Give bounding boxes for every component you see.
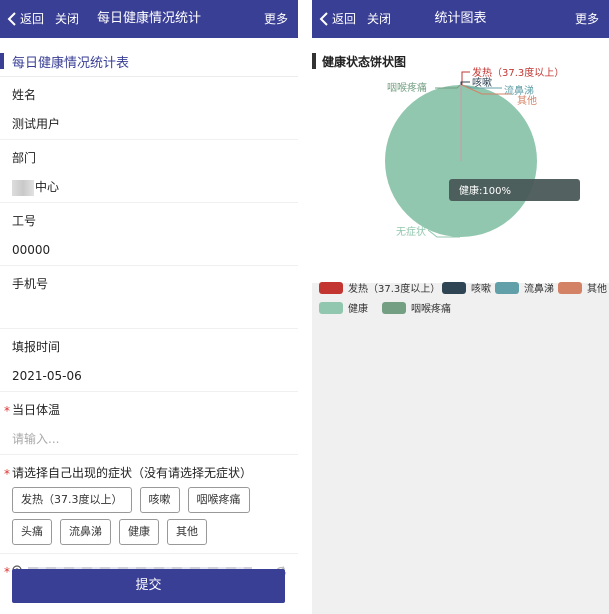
chevron-left-icon	[319, 12, 328, 26]
symptoms-field: * 请选择自己出现的症状（没有请选择无症状） 发热（37.3度以上） 咳嗽 咽喉…	[0, 459, 298, 554]
legend-item-runny-nose[interactable]: 流鼻涕	[495, 280, 554, 295]
name-value: 测试用户	[12, 117, 61, 131]
symptom-option-other[interactable]: 其他	[167, 519, 207, 545]
symptom-option-healthy[interactable]: 健康	[119, 519, 159, 545]
empno-value: 00000	[12, 243, 51, 257]
section-title: 每日健康情况统计表	[12, 55, 130, 71]
callout-line-fever	[461, 71, 470, 85]
symptom-option-runny-nose[interactable]: 流鼻涕	[60, 519, 111, 545]
symptom-option-sore-throat[interactable]: 咽喉疼痛	[187, 487, 250, 513]
top-bar: 返回 关闭 统计图表 更多	[312, 0, 609, 38]
temperature-field: * 当日体温 请输入...	[0, 396, 298, 455]
submit-button[interactable]: 提交	[12, 569, 285, 603]
legend-swatch	[558, 281, 582, 294]
page-title: 统计图表	[434, 11, 487, 26]
required-mark: *	[4, 404, 10, 418]
close-button[interactable]: 关闭	[55, 0, 79, 38]
close-button[interactable]: 关闭	[367, 0, 391, 38]
back-button[interactable]: 返回	[7, 0, 44, 38]
callout-label-none: 无症状	[396, 225, 426, 238]
legend-swatch	[319, 301, 343, 314]
chart-card: 健康状态饼状图 发热（37.3度以上） 咳嗽 流鼻涕 其他 咽喉疼痛 无症状 健…	[312, 38, 609, 315]
back-button[interactable]: 返回	[319, 0, 356, 38]
legend-label: 咽喉疼痛	[411, 304, 451, 315]
symptoms-label: 请选择自己出现的症状（没有请选择无症状）	[12, 466, 253, 480]
back-label: 返回	[20, 12, 45, 26]
legend-item-healthy[interactable]: 健康	[319, 300, 368, 315]
callout-label-cough: 咳嗽	[472, 76, 492, 89]
symptom-option-cough[interactable]: 咳嗽	[139, 487, 180, 513]
more-button[interactable]: 更多	[264, 0, 288, 38]
form-section-header: 每日健康情况统计表	[0, 46, 298, 77]
name-label: 姓名	[12, 88, 37, 102]
top-bar: 返回 关闭 每日健康情况统计 更多	[0, 0, 298, 38]
legend-label: 健康	[348, 304, 368, 315]
tooltip-text: 健康:100%	[459, 184, 511, 197]
redacted-block	[12, 179, 34, 196]
legend-label: 流鼻涕	[524, 284, 554, 295]
empno-field: 工号 00000	[0, 207, 298, 266]
empno-label: 工号	[12, 214, 37, 228]
time-field: 填报时间 2021-05-06	[0, 333, 298, 392]
phone-label: 手机号	[12, 277, 49, 291]
chevron-left-icon	[7, 12, 16, 26]
page-title: 每日健康情况统计	[96, 11, 201, 26]
pie-chart: 发热（37.3度以上） 咳嗽 流鼻涕 其他 咽喉疼痛 无症状 健康:100%	[385, 66, 580, 238]
symptom-option-headache[interactable]: 头痛	[12, 519, 52, 545]
section-accent-bar	[0, 53, 4, 69]
legend-label: 发热（37.3度以上）	[348, 284, 441, 295]
legend-swatch	[382, 301, 406, 314]
chart-panel: 返回 关闭 统计图表 更多 健康状态饼状图 发热（37.3度以上） 咳嗽 流鼻涕…	[312, 0, 609, 614]
back-label: 返回	[332, 12, 357, 26]
legend-item-cough[interactable]: 咳嗽	[442, 280, 491, 295]
dept-value: 中心	[12, 172, 298, 202]
more-button[interactable]: 更多	[575, 0, 599, 38]
legend-item-sore-throat[interactable]: 咽喉疼痛	[382, 300, 451, 315]
time-value: 2021-05-06	[12, 369, 82, 383]
name-field: 姓名 测试用户	[0, 81, 298, 140]
panel-divider	[298, 0, 312, 614]
legend-label: 其他	[587, 284, 607, 295]
legend-item-other[interactable]: 其他	[558, 280, 607, 295]
time-label: 填报时间	[12, 340, 61, 354]
form-panel: 返回 关闭 每日健康情况统计 更多 每日健康情况统计表 姓名 测试用户 部门 中…	[0, 0, 299, 614]
phone-field[interactable]: 手机号	[0, 270, 298, 329]
callout-label-throat: 咽喉疼痛	[387, 81, 427, 94]
legend-swatch	[495, 281, 519, 294]
legend-label: 咳嗽	[471, 284, 491, 295]
dept-field: 部门 中心	[0, 144, 298, 203]
dept-label: 部门	[12, 151, 37, 165]
callout-label-other: 其他	[517, 94, 537, 107]
dept-value-text: 中心	[35, 180, 60, 194]
required-mark: *	[4, 467, 10, 481]
symptom-option-fever[interactable]: 发热（37.3度以上）	[12, 487, 132, 513]
temperature-label: 当日体温	[12, 403, 61, 417]
phone-value[interactable]	[12, 298, 298, 328]
legend-swatch	[442, 281, 466, 294]
legend-item-fever[interactable]: 发热（37.3度以上）	[319, 280, 440, 295]
temperature-input[interactable]: 请输入...	[12, 424, 298, 454]
required-mark: *	[4, 565, 10, 579]
symptom-options: 发热（37.3度以上） 咳嗽 咽喉疼痛 头痛 流鼻涕 健康 其他	[12, 487, 298, 551]
legend-swatch	[319, 281, 343, 294]
